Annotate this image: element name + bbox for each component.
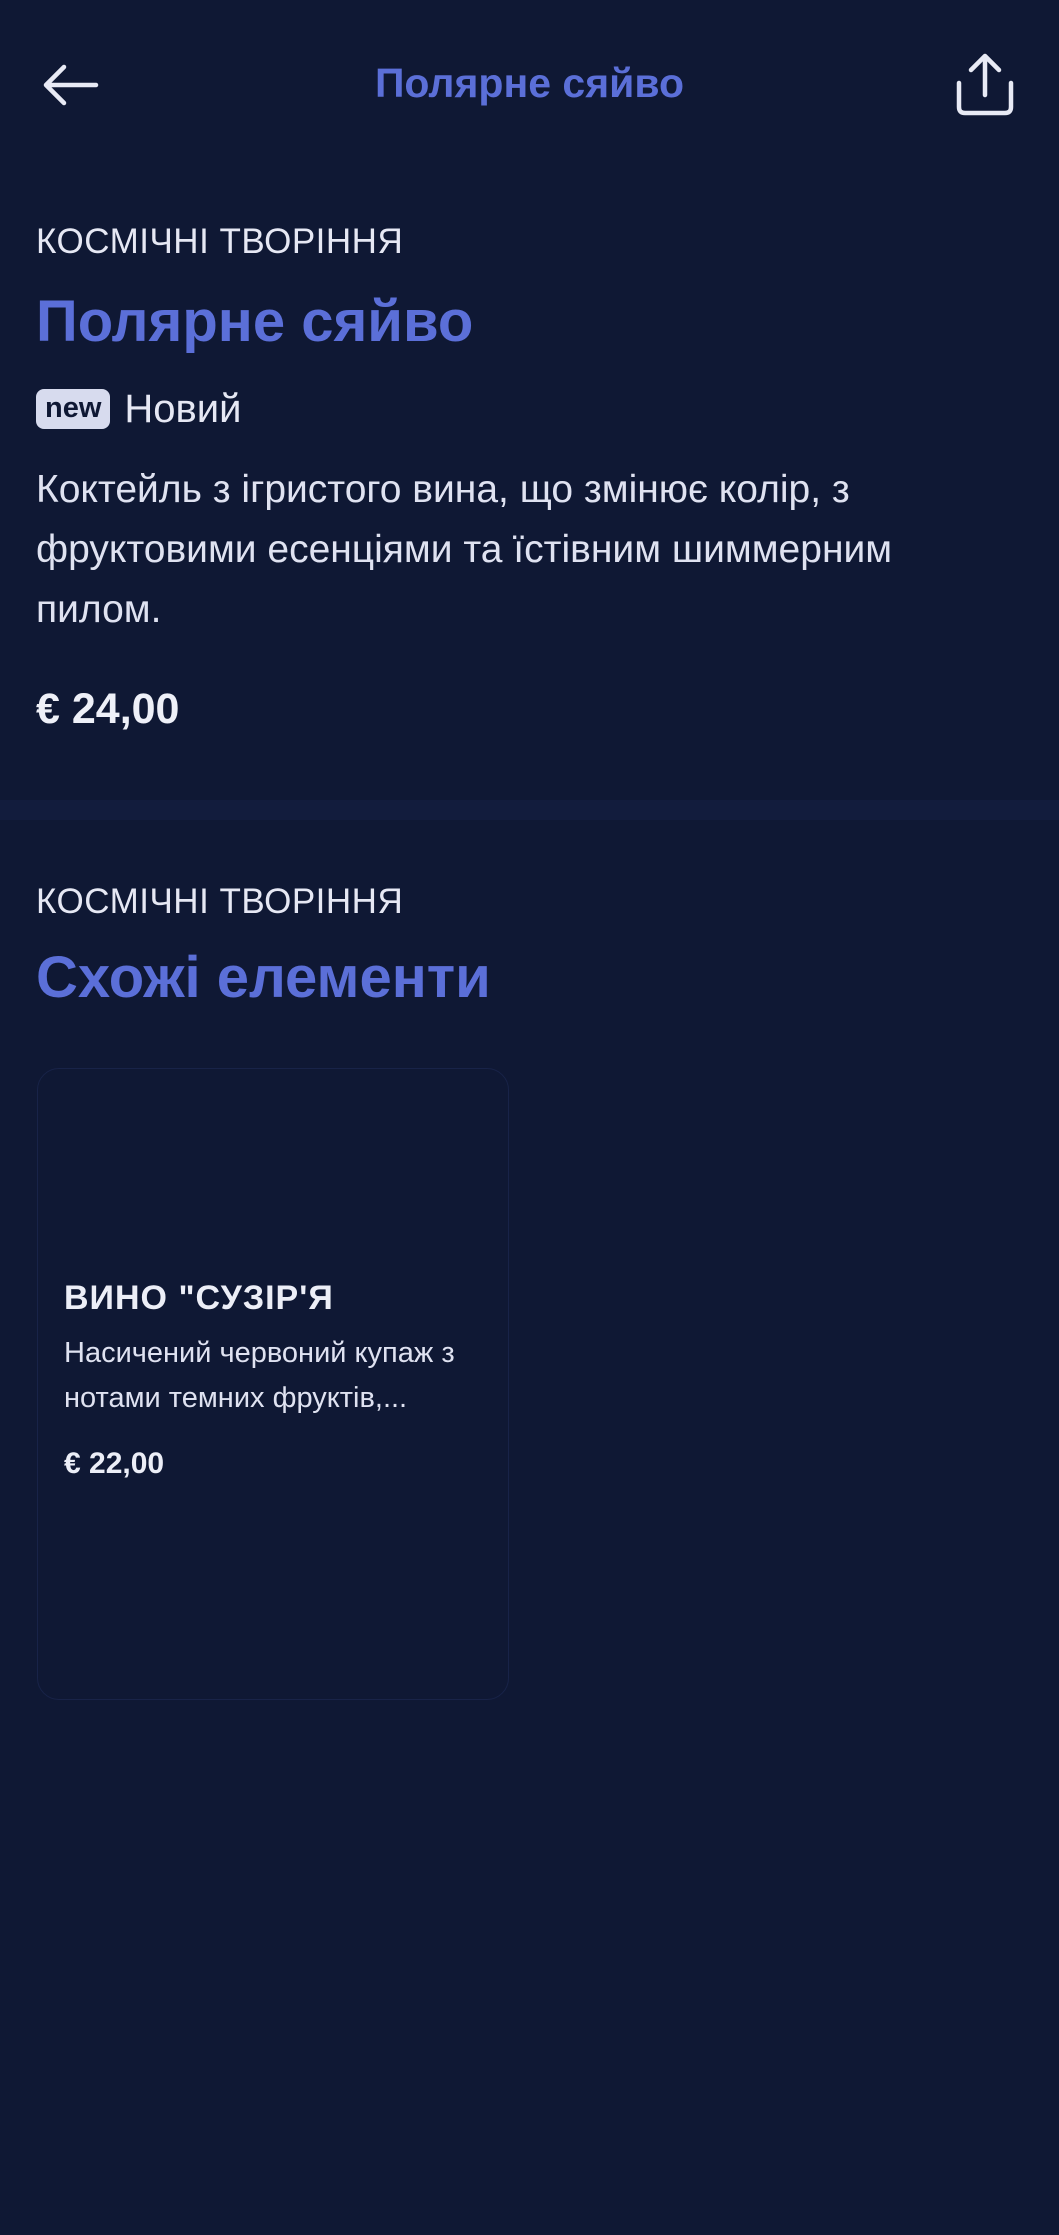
item-details: КОСМІЧНІ ТВОРІННЯ Полярне сяйво new Нови…: [0, 170, 1059, 800]
similar-item-price: € 22,00: [64, 1447, 165, 1480]
new-badge-row: new Новий: [36, 385, 241, 433]
new-badge-label: Новий: [124, 386, 242, 431]
item-title: Полярне сяйво: [36, 289, 474, 354]
item-price: € 24,00: [36, 685, 180, 733]
section-divider: [0, 800, 1059, 820]
similar-category: КОСМІЧНІ ТВОРІННЯ: [36, 882, 404, 921]
similar-item-card[interactable]: ВИНО "СУЗІР'Я Насичений червоний купаж з…: [37, 1068, 509, 1700]
share-button[interactable]: [945, 45, 1025, 125]
new-badge: new: [36, 389, 111, 429]
similar-item-name: ВИНО "СУЗІР'Я: [64, 1279, 334, 1317]
similar-items-section: КОСМІЧНІ ТВОРІННЯ Схожі елементи ВИНО "С…: [0, 820, 1059, 2235]
top-bar: Полярне сяйво: [0, 0, 1059, 170]
similar-title: Схожі елементи: [36, 945, 491, 1010]
back-button[interactable]: [30, 50, 110, 120]
share-icon: [956, 53, 1014, 116]
item-description: Коктейль з ігристого вина, що змінює кол…: [36, 468, 893, 631]
similar-item-description: Насичений червоний купаж з нотами темних…: [64, 1337, 455, 1414]
item-category: КОСМІЧНІ ТВОРІННЯ: [36, 222, 404, 261]
arrow-left-icon: [43, 64, 99, 106]
top-bar-title: Полярне сяйво: [374, 60, 685, 106]
